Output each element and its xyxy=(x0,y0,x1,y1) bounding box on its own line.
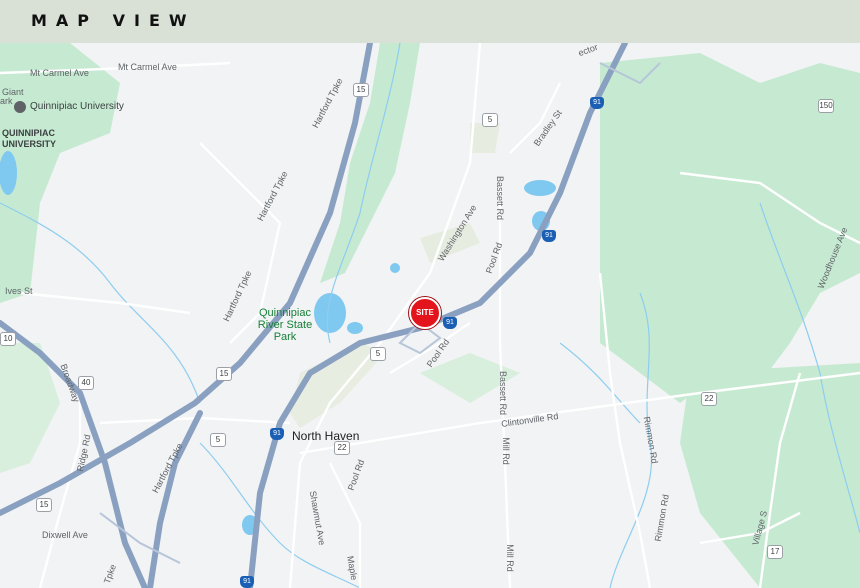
road-label-ives-st: Ives St xyxy=(5,286,33,296)
road-label-mt-carmel-ave: Mt Carmel Ave xyxy=(30,68,89,78)
road-label-mill-rd: Mill Rd xyxy=(500,437,511,465)
interstate-91-shield-icon: 91 xyxy=(240,576,254,588)
route-5-shield-icon: 5 xyxy=(210,433,226,447)
interstate-91-shield-icon: 91 xyxy=(542,230,556,242)
route-15-shield-icon: 15 xyxy=(36,498,52,512)
route-22-shield-icon: 22 xyxy=(334,441,350,455)
road-label-bassett-rd: Bassett Rd xyxy=(498,370,509,416)
route-40-shield-icon: 40 xyxy=(78,376,94,390)
interstate-91-shield-icon: 91 xyxy=(590,97,604,109)
route-15-shield-icon: 15 xyxy=(216,367,232,381)
university-pin-icon xyxy=(14,101,26,113)
page-title: MAP VIEW xyxy=(31,11,196,30)
site-marker[interactable]: SITE xyxy=(409,297,441,329)
header-bar: MAP VIEW xyxy=(0,0,860,43)
map-canvas[interactable]: Mt Carmel Ave Mt Carmel Ave Giant ark Iv… xyxy=(0,43,860,588)
university-name: Quinnipiac University xyxy=(30,101,124,112)
interstate-91-shield-icon: 91 xyxy=(443,317,457,329)
route-22-shield-icon: 22 xyxy=(701,392,717,406)
road-label-dixwell-ave: Dixwell Ave xyxy=(42,530,88,540)
route-15-shield-icon: 15 xyxy=(353,83,369,97)
road-label-mt-carmel-ave: Mt Carmel Ave xyxy=(118,62,177,72)
route-5-shield-icon: 5 xyxy=(482,113,498,127)
park-label-quinnipiac-river-state-park: Quinnipiac River State Park xyxy=(257,307,313,343)
route-5-shield-icon: 5 xyxy=(370,347,386,361)
place-label-park: ark xyxy=(0,96,13,106)
town-label-north-haven: North Haven xyxy=(292,429,360,443)
university-campus-label: QUINNIPIAC UNIVERSITY xyxy=(2,128,57,149)
road-label-mill-rd: Mill Rd xyxy=(504,544,515,572)
interstate-91-shield-icon: 91 xyxy=(270,428,284,440)
route-10-shield-icon: 10 xyxy=(0,332,16,346)
route-17-shield-icon: 17 xyxy=(767,545,783,559)
road-label-bassett-rd: Bassett Rd xyxy=(495,175,506,221)
route-150-shield-icon: 150 xyxy=(818,99,834,113)
